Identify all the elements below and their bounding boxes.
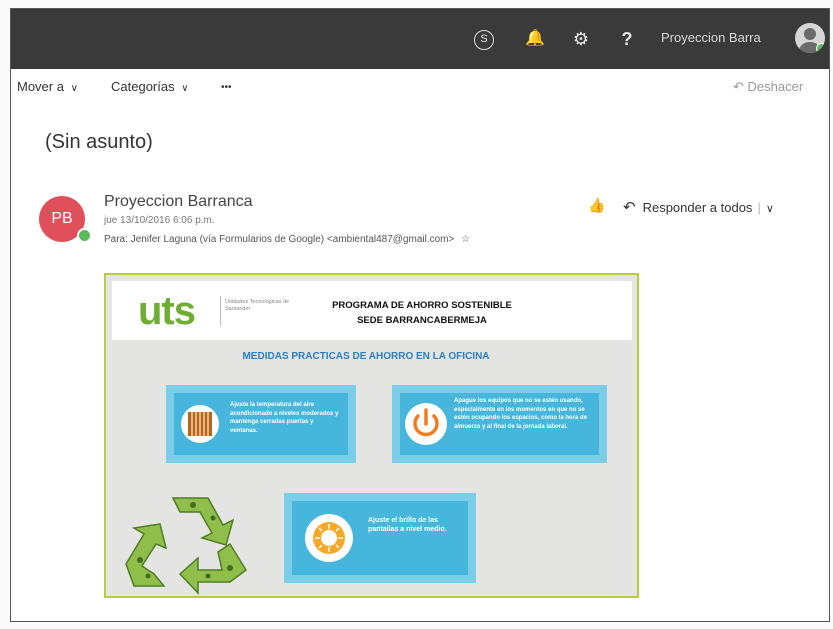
poster-image: uts Unidades Tecnológicas de Santander P… bbox=[104, 273, 639, 598]
gear-icon[interactable]: ⚙ bbox=[571, 29, 591, 49]
tip-card-inner: Ajuste la temperatura del aire acondicio… bbox=[174, 393, 348, 455]
skype-icon[interactable]: S bbox=[474, 30, 494, 50]
uts-logo: uts bbox=[138, 289, 196, 333]
tip-text-power: Apague los equipos que no se estén usand… bbox=[454, 398, 588, 430]
bell-icon[interactable]: 🔔 bbox=[525, 29, 545, 49]
help-icon[interactable]: ? bbox=[617, 29, 637, 49]
poster-subtitle: MEDIDAS PRACTICAS DE AHORRO EN LA OFICIN… bbox=[242, 351, 490, 362]
reply-all-label: Responder a todos bbox=[642, 200, 753, 215]
tip-text-brightness: Ajuste el brillo de las pantallas a nive… bbox=[368, 517, 447, 533]
divider: | bbox=[757, 200, 761, 215]
to-label: Para: bbox=[104, 234, 128, 245]
sun-icon bbox=[305, 514, 353, 562]
chevron-down-icon: ∨ bbox=[70, 83, 78, 94]
poster-header: uts Unidades Tecnológicas de Santander P… bbox=[112, 281, 632, 340]
account-name[interactable]: Proyeccion Barra bbox=[661, 30, 761, 45]
tip-card-power: Apague los equipos que no se estén usand… bbox=[392, 385, 607, 463]
poster-title-line1: PROGRAMA DE AHORRO SOSTENIBLE bbox=[332, 300, 512, 311]
tip-card-brightness: Ajuste el brillo de las pantallas a nive… bbox=[284, 493, 476, 583]
message-subject: (Sin asunto) bbox=[45, 131, 153, 153]
categories-button[interactable]: Categorías ∨ bbox=[111, 79, 189, 94]
undo-button[interactable]: ↶ Deshacer bbox=[733, 79, 803, 95]
reply-all-icon: ↶ bbox=[623, 199, 636, 216]
avatar-head bbox=[804, 28, 816, 40]
message-date: jue 13/10/2016 6:06 p.m. bbox=[104, 215, 215, 226]
chevron-down-icon[interactable]: ∨ bbox=[766, 203, 774, 215]
poster-title-line2: SEDE BARRANCABERMEJA bbox=[357, 315, 487, 326]
chevron-down-icon: ∨ bbox=[181, 83, 189, 94]
tip-card-inner: Ajuste el brillo de las pantallas a nive… bbox=[292, 501, 468, 575]
top-bar: S 🔔 ⚙ ? Proyeccion Barra bbox=[11, 9, 829, 69]
undo-label: Deshacer bbox=[747, 79, 804, 94]
sender-name[interactable]: Proyeccion Barranca bbox=[104, 193, 253, 211]
presence-indicator bbox=[816, 43, 825, 53]
logo-subtitle: Unidades Tecnológicas de Santander bbox=[225, 299, 290, 312]
recycle-icon bbox=[125, 497, 247, 595]
undo-icon: ↶ bbox=[733, 79, 744, 94]
mail-window: S 🔔 ⚙ ? Proyeccion Barra Mover a ∨ Categ… bbox=[10, 8, 830, 622]
more-actions-button[interactable]: ••• bbox=[221, 82, 232, 93]
power-icon bbox=[405, 403, 447, 445]
logo-divider bbox=[220, 296, 221, 326]
recipients-line: Para: Jenifer Laguna (vía Formularios de… bbox=[104, 234, 470, 245]
like-icon[interactable]: 👍 bbox=[588, 197, 605, 214]
air-conditioner-icon bbox=[181, 405, 219, 443]
account-avatar[interactable] bbox=[795, 23, 825, 53]
tip-card-inner: Apague los equipos que no se estén usand… bbox=[400, 393, 599, 455]
to-value[interactable]: Jenifer Laguna (vía Formularios de Googl… bbox=[131, 234, 455, 245]
poster-title: PROGRAMA DE AHORRO SOSTENIBLE SEDE BARRA… bbox=[312, 298, 532, 328]
presence-indicator bbox=[77, 228, 92, 243]
categories-label: Categorías bbox=[111, 79, 175, 94]
move-to-label: Mover a bbox=[17, 79, 64, 94]
tip-text-temperature: Ajuste la temperatura del aire acondicio… bbox=[230, 402, 339, 434]
reply-all-button[interactable]: ↶ Responder a todos | ∨ bbox=[623, 198, 774, 216]
tip-card-temperature: Ajuste la temperatura del aire acondicio… bbox=[166, 385, 356, 463]
move-to-button[interactable]: Mover a ∨ bbox=[17, 79, 78, 94]
star-icon[interactable]: ☆ bbox=[461, 234, 470, 245]
